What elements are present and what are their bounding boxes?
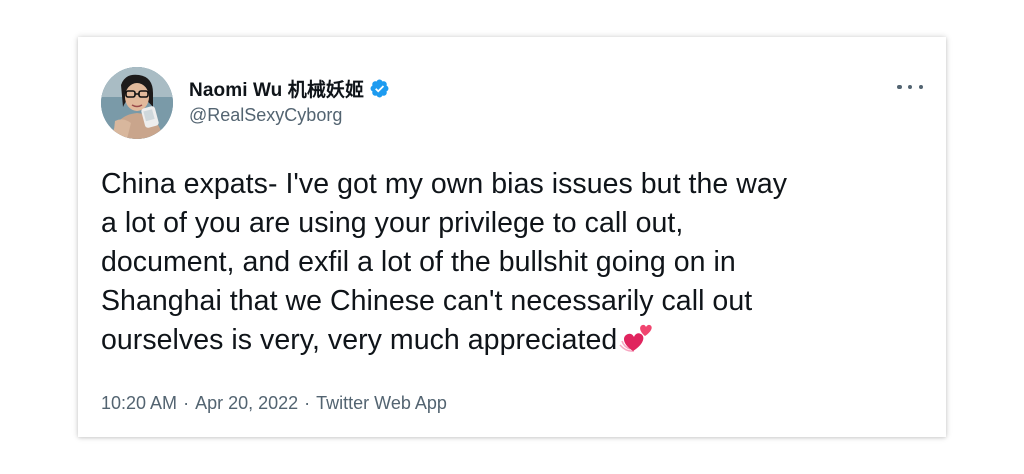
- tweet-header: Naomi Wu 机械妖姬 @RealSexyCyborg: [101, 67, 923, 139]
- display-name-row: Naomi Wu 机械妖姬: [189, 75, 390, 101]
- author-names: Naomi Wu 机械妖姬 @RealSexyCyborg: [189, 75, 390, 126]
- more-dot: [918, 84, 923, 90]
- more-dot: [897, 84, 902, 90]
- tweet-time[interactable]: 10:20 AM: [101, 393, 177, 413]
- meta-separator: ·: [304, 393, 311, 413]
- verified-badge-icon: [369, 78, 390, 99]
- avatar[interactable]: [101, 67, 173, 139]
- meta-separator: ·: [183, 393, 190, 413]
- author-handle[interactable]: @RealSexyCyborg: [189, 105, 390, 126]
- tweet-text-line: a lot of you are using your privilege to…: [101, 207, 684, 239]
- tweet-date[interactable]: Apr 20, 2022: [195, 393, 298, 413]
- more-options-icon[interactable]: [897, 77, 923, 97]
- more-dot: [907, 84, 913, 90]
- tweet-text-line: Shanghai that we Chinese can't necessari…: [101, 285, 753, 317]
- tweet-text-line-content: ourselves is very, very much appreciated: [101, 324, 618, 356]
- tweet-text-line-last: ourselves is very, very much appreciated: [101, 321, 923, 364]
- tweet-meta: 10:20 AM · Apr 20, 2022 · Twitter Web App: [101, 393, 447, 414]
- display-name[interactable]: Naomi Wu 机械妖姬: [189, 75, 364, 102]
- tweet-text-line: document, and exfil a lot of the bullshi…: [101, 246, 736, 278]
- tweet-text-line: China expats- I've got my own bias issue…: [101, 168, 788, 200]
- two-hearts-icon: [618, 321, 654, 364]
- tweet-card[interactable]: Naomi Wu 机械妖姬 @RealSexyCyborg China expa…: [78, 37, 946, 437]
- tweet-text: China expats- I've got my own bias issue…: [101, 165, 923, 364]
- tweet-source[interactable]: Twitter Web App: [316, 393, 447, 413]
